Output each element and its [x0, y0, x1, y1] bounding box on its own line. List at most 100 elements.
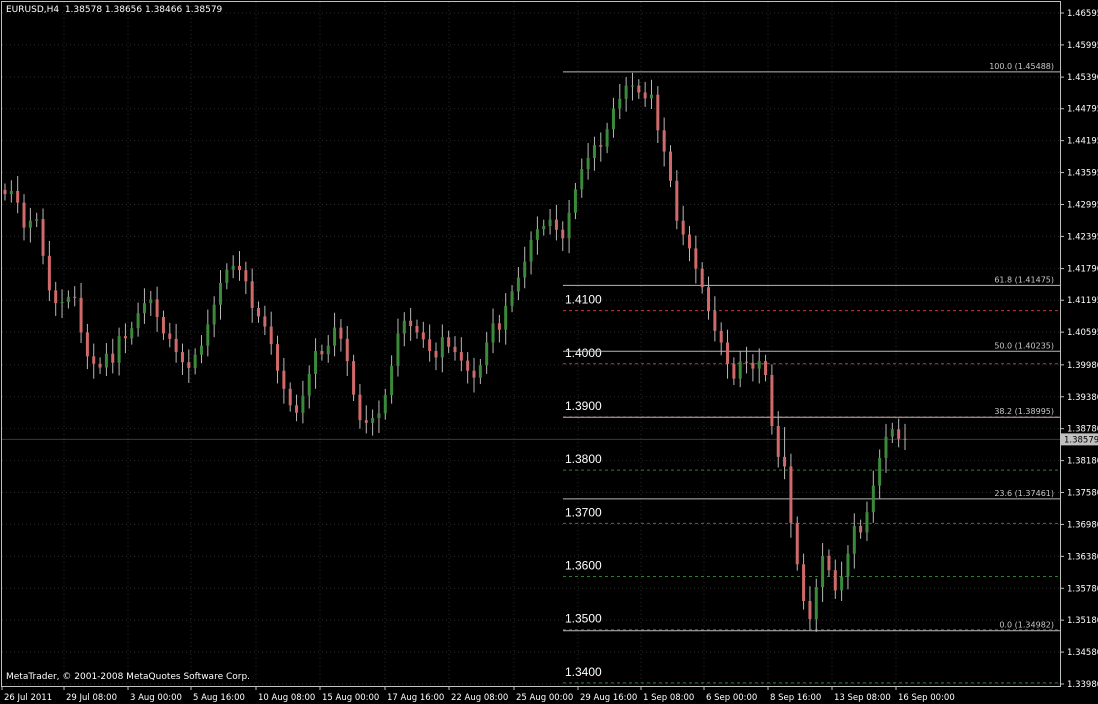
bull-candle — [377, 413, 381, 419]
price-tick-label: 1.40595 — [1067, 328, 1098, 338]
bear-candle — [668, 151, 672, 181]
price-tick-label: 1.44195 — [1067, 137, 1098, 147]
bear-candle — [745, 361, 749, 363]
bull-candle — [865, 512, 869, 533]
bull-candle — [548, 219, 552, 227]
bull-candle — [193, 354, 197, 369]
price-tick-label: 1.38780 — [1067, 425, 1098, 435]
bull-candle — [814, 587, 818, 620]
bear-candle — [897, 429, 901, 439]
bull-candle — [523, 261, 527, 278]
price-tick-label: 1.36380 — [1067, 552, 1098, 562]
price-level-label: 1.3900 — [565, 399, 602, 413]
price-level-label: 1.4000 — [565, 346, 602, 360]
bull-candle — [535, 229, 539, 240]
bear-candle — [434, 351, 438, 358]
bear-candle — [764, 361, 768, 375]
bear-candle — [364, 420, 368, 423]
bear-candle — [783, 456, 787, 467]
bear-candle — [339, 327, 343, 339]
bull-candle — [314, 351, 318, 374]
bear-candle — [707, 287, 711, 312]
bull-candle — [504, 305, 508, 330]
bull-candle — [199, 345, 203, 355]
price-tick-label: 1.38180 — [1067, 457, 1098, 467]
bear-candle — [3, 189, 7, 195]
price-tick-label: 1.46595 — [1067, 9, 1098, 19]
price-tick-label: 1.44795 — [1067, 105, 1098, 115]
bear-candle — [358, 394, 362, 421]
time-tick-label: 25 Aug 00:00 — [516, 693, 573, 703]
bear-candle — [123, 336, 127, 339]
price-tick-label: 1.42395 — [1067, 232, 1098, 242]
bull-candle — [218, 282, 222, 305]
bear-candle — [599, 145, 603, 147]
bear-candle — [155, 299, 159, 317]
fib-level-label: 100.0 (1.45488) — [989, 62, 1054, 71]
bull-candle — [383, 395, 387, 414]
bear-candle — [789, 466, 793, 523]
bull-candle — [307, 373, 311, 396]
bull-candle — [580, 169, 584, 190]
bear-candle — [776, 426, 780, 457]
bear-candle — [472, 370, 476, 378]
copyright-text: MetaTrader, © 2001-2008 MetaQuotes Softw… — [6, 672, 251, 682]
bear-candle — [859, 526, 863, 533]
bear-candle — [409, 320, 413, 327]
bull-candle — [624, 85, 628, 99]
price-tick-label: 1.41790 — [1067, 265, 1098, 275]
bull-candle — [130, 328, 134, 339]
bull-candle — [542, 226, 546, 230]
bull-candle — [738, 361, 742, 379]
bull-candle — [149, 299, 153, 304]
bull-candle — [757, 361, 761, 369]
bull-candle — [206, 324, 210, 346]
bull-candle — [212, 304, 216, 325]
time-tick-label: 26 Jul 2011 — [4, 693, 52, 703]
time-tick-label: 10 Aug 08:00 — [258, 693, 315, 703]
price-tick-label: 1.42995 — [1067, 200, 1098, 210]
bull-candle — [485, 342, 489, 366]
fib-level-label: 61.8 (1.41475) — [994, 275, 1054, 284]
price-chart[interactable]: 1.4100 1.4000 1.3900 1.3800 1.3700 1.3600 1.35… — [0, 0, 1098, 704]
bull-candle — [516, 277, 520, 292]
price-tick-label: 1.43595 — [1067, 169, 1098, 179]
bull-candle — [586, 157, 590, 170]
bull-candle — [491, 323, 495, 343]
bear-candle — [250, 281, 254, 308]
bear-candle — [22, 202, 26, 228]
bull-candle — [326, 345, 330, 355]
bull-candle — [878, 457, 882, 486]
bull-candle — [396, 333, 400, 366]
price-tick-label: 1.34580 — [1067, 648, 1098, 658]
bear-candle — [643, 92, 647, 99]
bull-candle — [478, 365, 482, 378]
bear-candle — [453, 346, 457, 353]
price-tick-label: 1.45995 — [1067, 41, 1098, 51]
bear-candle — [161, 316, 165, 334]
bear-candle — [662, 130, 666, 152]
bear-candle — [269, 326, 273, 345]
bear-candle — [795, 522, 799, 565]
bear-candle — [263, 316, 267, 327]
bull-candle — [35, 219, 39, 221]
price-tag-label: 1.38579 — [1064, 435, 1098, 445]
bear-candle — [73, 296, 77, 298]
bear-candle — [16, 190, 20, 203]
bear-candle — [98, 363, 102, 368]
bull-candle — [136, 313, 140, 329]
price-level-label: 1.3700 — [565, 505, 602, 519]
bear-candle — [47, 255, 51, 291]
bear-candle — [421, 332, 425, 340]
bear-candle — [719, 330, 723, 343]
bull-candle — [611, 108, 615, 130]
bear-candle — [276, 344, 280, 371]
bull-candle — [884, 436, 888, 458]
bull-candle — [871, 485, 875, 513]
bear-candle — [85, 332, 89, 357]
bear-candle — [168, 333, 172, 339]
current-price-tag: 1.38579 — [1061, 433, 1098, 446]
price-tick-label: 1.45390 — [1067, 73, 1098, 83]
bear-candle — [79, 297, 83, 333]
bull-candle — [890, 429, 894, 437]
